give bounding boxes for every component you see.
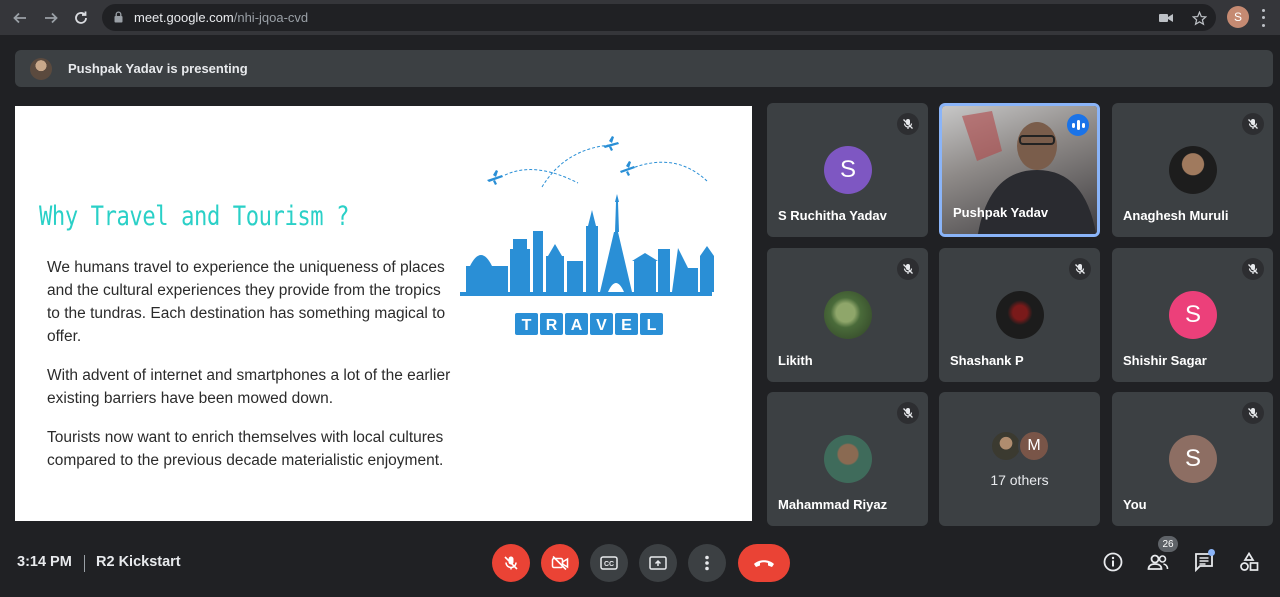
mic-off-icon — [1242, 113, 1264, 135]
presenting-text: Pushpak Yadav is presenting — [68, 61, 248, 76]
back-icon[interactable] — [9, 7, 31, 29]
mic-off-icon — [1242, 402, 1264, 424]
mic-off-icon — [1069, 258, 1091, 280]
avatar: S — [1169, 435, 1217, 483]
participant-name: Mahammad Riyaz — [778, 497, 888, 512]
avatar: S — [824, 146, 872, 194]
others-avatars: M — [990, 430, 1054, 462]
avatar — [1169, 146, 1217, 194]
presentation-slide: Why Travel and Tourism ? We humans trave… — [15, 106, 752, 521]
participant-name: Likith — [778, 353, 813, 368]
hang-up-icon — [754, 560, 774, 567]
divider — [84, 555, 85, 572]
travel-letter: A — [571, 317, 583, 334]
present-screen-icon — [649, 556, 667, 570]
browser-menu-icon[interactable] — [1257, 7, 1269, 29]
more-vert-icon — [705, 555, 709, 571]
travel-letter: T — [522, 317, 532, 334]
closed-captions-icon: CC — [600, 556, 618, 570]
avatar: S — [1169, 291, 1217, 339]
slide-paragraph: With advent of internet and smartphones … — [47, 367, 451, 407]
participant-name: Shashank P — [950, 353, 1024, 368]
camera-toggle-button[interactable] — [541, 544, 579, 582]
participant-tile[interactable]: S Shishir Sagar — [1112, 248, 1273, 382]
profile-avatar[interactable]: S — [1227, 6, 1249, 28]
participant-tile[interactable]: Shashank P — [939, 248, 1100, 382]
participant-tile-active[interactable]: Pushpak Yadav — [939, 103, 1100, 237]
address-bar[interactable]: meet.google.com/nhi-jqoa-cvd — [102, 4, 1216, 31]
avatar — [30, 58, 52, 80]
mic-off-icon — [897, 258, 919, 280]
travel-letter: R — [546, 317, 558, 334]
avatar — [824, 435, 872, 483]
participant-tile[interactable]: Anaghesh Muruli — [1112, 103, 1273, 237]
travel-letter: L — [647, 317, 657, 334]
present-now-button[interactable] — [639, 544, 677, 582]
camera-icon[interactable] — [1157, 9, 1175, 27]
travel-word-blocks — [515, 313, 663, 335]
mic-off-icon — [1242, 258, 1264, 280]
airplane-icon — [487, 136, 635, 185]
end-call-button[interactable] — [738, 544, 790, 582]
microphone-toggle-button[interactable] — [492, 544, 530, 582]
others-count: 17 others — [990, 472, 1049, 488]
lock-icon — [114, 11, 123, 23]
participant-count-badge: 26 — [1158, 536, 1178, 552]
participant-name: Shishir Sagar — [1123, 353, 1207, 368]
participant-tile[interactable]: S S Ruchitha Yadav — [767, 103, 928, 237]
people-icon[interactable] — [1146, 550, 1170, 574]
participant-name: Pushpak Yadav — [953, 205, 1049, 220]
self-tile[interactable]: S You — [1112, 392, 1273, 526]
avatar — [824, 291, 872, 339]
presenting-banner: Pushpak Yadav is presenting — [15, 50, 1273, 87]
travel-letter: E — [621, 317, 632, 334]
meeting-name: R2 Kickstart — [96, 554, 181, 570]
forward-icon[interactable] — [40, 7, 62, 29]
activities-icon[interactable] — [1237, 550, 1261, 574]
slide-paragraph: Tourists now want to enrich themselves w… — [47, 429, 444, 469]
mic-off-icon — [897, 402, 919, 424]
participant-tile[interactable]: Likith — [767, 248, 928, 382]
slide-paragraph: We humans travel to experience the uniqu… — [47, 259, 446, 345]
more-options-button[interactable] — [688, 544, 726, 582]
travel-letter: V — [596, 317, 607, 334]
avatar — [996, 291, 1044, 339]
participant-name: You — [1123, 497, 1147, 512]
browser-toolbar: meet.google.com/nhi-jqoa-cvd S — [0, 0, 1280, 35]
others-tile[interactable]: M 17 others — [939, 392, 1100, 526]
travel-illustration: T R A V E L — [460, 136, 714, 335]
star-icon[interactable] — [1190, 9, 1208, 27]
participant-name: Anaghesh Muruli — [1123, 208, 1229, 223]
participant-name: S Ruchitha Yadav — [778, 208, 887, 223]
mic-off-icon — [504, 556, 518, 570]
svg-text:CC: CC — [604, 561, 614, 568]
camera-off-icon — [551, 555, 569, 571]
chat-notification-dot — [1208, 549, 1215, 556]
participant-tile[interactable]: Mahammad Riyaz — [767, 392, 928, 526]
speaking-indicator-icon — [1067, 114, 1089, 136]
clock-time: 3:14 PM — [17, 554, 72, 570]
mic-off-icon — [897, 113, 919, 135]
slide-title: Why Travel and Tourism ? — [39, 201, 350, 232]
avatar: M — [1018, 430, 1050, 462]
meeting-details-icon[interactable] — [1101, 550, 1125, 574]
reload-icon[interactable] — [70, 7, 92, 29]
url-text: meet.google.com/nhi-jqoa-cvd — [134, 10, 309, 25]
captions-button[interactable]: CC — [590, 544, 628, 582]
